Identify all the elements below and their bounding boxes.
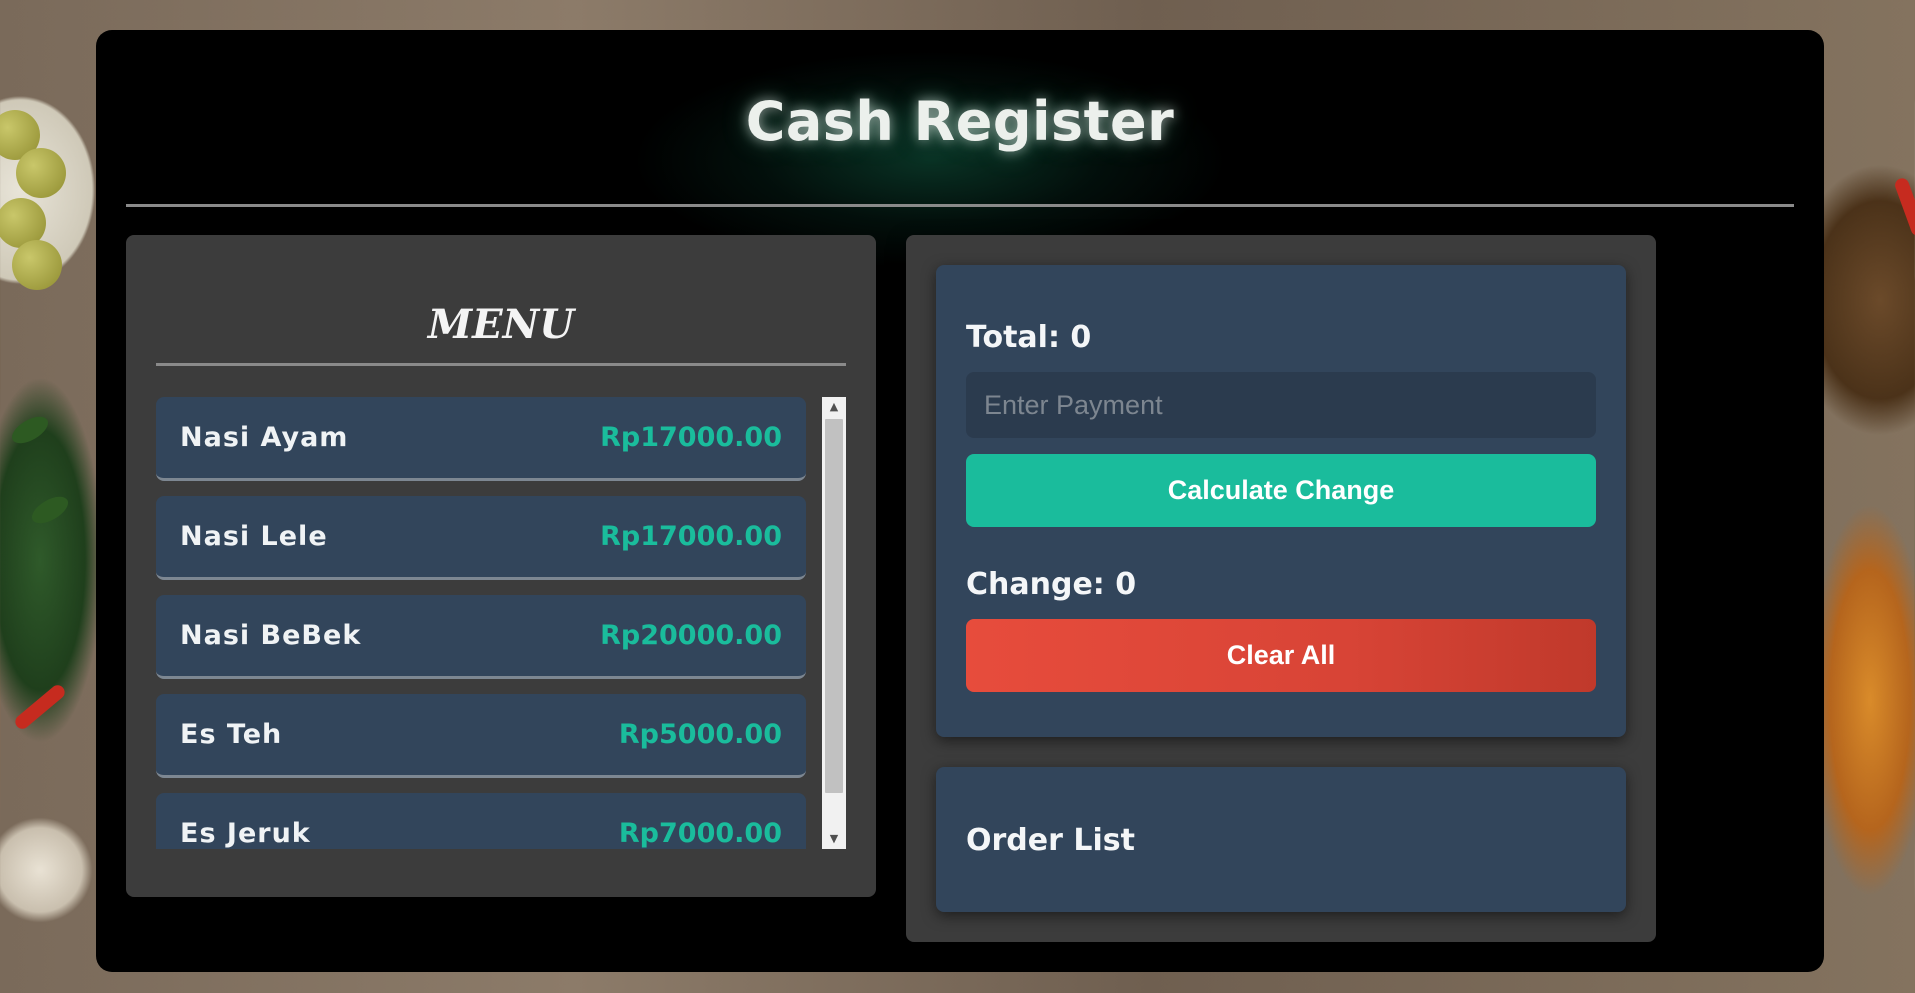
- menu-heading: MENU: [156, 287, 846, 366]
- menu-item-nasi-lele[interactable]: Nasi Lele Rp17000.00: [156, 496, 806, 580]
- menu-item-price: Rp17000.00: [600, 521, 782, 552]
- change-label: Change: 0: [966, 567, 1137, 602]
- menu-item-price: Rp5000.00: [618, 719, 782, 750]
- cash-register-app: Cash Register MENU Nasi Ayam Rp17000.00 …: [96, 30, 1824, 972]
- order-list-card: Order List: [936, 767, 1626, 912]
- header: Cash Register: [126, 30, 1794, 207]
- page-title: Cash Register: [745, 90, 1175, 153]
- pepper-decor: [12, 682, 68, 732]
- order-list-title: Order List: [966, 823, 1135, 858]
- payment-card: Total: 0 Calculate Change Change: 0 Clea…: [936, 265, 1626, 737]
- menu-item-name: Nasi BeBek: [180, 620, 362, 651]
- herb-decor: [7, 411, 53, 449]
- menu-list: Nasi Ayam Rp17000.00 Nasi Lele Rp17000.0…: [156, 397, 806, 849]
- menu-item-name: Es Jeruk: [180, 818, 311, 849]
- clear-all-button[interactable]: Clear All: [966, 619, 1596, 692]
- olive-decor: [12, 240, 62, 290]
- herb-decor: [27, 491, 73, 529]
- menu-item-nasi-ayam[interactable]: Nasi Ayam Rp17000.00: [156, 397, 806, 481]
- total-label: Total: 0: [966, 320, 1092, 355]
- calculate-change-button[interactable]: Calculate Change: [966, 454, 1596, 527]
- menu-panel: MENU Nasi Ayam Rp17000.00 Nasi Lele Rp17…: [126, 235, 876, 897]
- register-panel: Total: 0 Calculate Change Change: 0 Clea…: [906, 235, 1656, 942]
- triangle-up-icon[interactable]: ▲: [822, 397, 846, 417]
- menu-item-name: Nasi Ayam: [180, 422, 349, 453]
- menu-list-container[interactable]: Nasi Ayam Rp17000.00 Nasi Lele Rp17000.0…: [156, 397, 846, 849]
- menu-item-price: Rp17000.00: [600, 422, 782, 453]
- menu-item-name: Es Teh: [180, 719, 283, 750]
- menu-item-es-teh[interactable]: Es Teh Rp5000.00: [156, 694, 806, 778]
- menu-item-name: Nasi Lele: [180, 521, 328, 552]
- pepper-decor: [1893, 176, 1915, 238]
- scrollbar-thumb[interactable]: [825, 419, 843, 793]
- menu-item-price: Rp20000.00: [600, 620, 782, 651]
- menu-item-price: Rp7000.00: [618, 818, 782, 849]
- menu-item-nasi-bebek[interactable]: Nasi BeBek Rp20000.00: [156, 595, 806, 679]
- olive-decor: [16, 148, 66, 198]
- menu-scrollbar[interactable]: ▲ ▼: [822, 397, 846, 849]
- menu-item-es-jeruk[interactable]: Es Jeruk Rp7000.00: [156, 793, 806, 849]
- payment-input[interactable]: [966, 372, 1596, 438]
- triangle-down-icon[interactable]: ▼: [822, 829, 846, 849]
